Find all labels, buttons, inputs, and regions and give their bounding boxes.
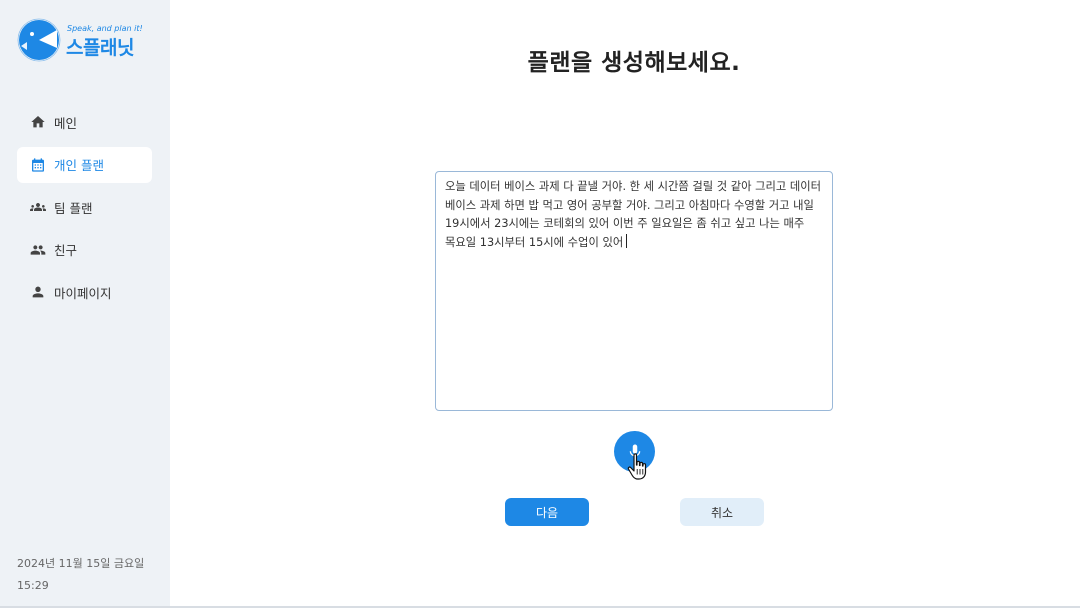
next-button[interactable]: 다음 — [505, 498, 589, 526]
sidebar: Speak, and plan it! 스플래닛 메인 개인 플랜 팀 플랜 친… — [0, 0, 170, 606]
sidebar-item-friends[interactable]: 친구 — [17, 232, 152, 268]
sidebar-nav: 메인 개인 플랜 팀 플랜 친구 마이페이지 — [17, 104, 152, 317]
text-caret — [626, 233, 628, 248]
logo-icon — [17, 18, 61, 62]
home-icon — [30, 114, 46, 130]
sidebar-item-mypage[interactable]: 마이페이지 — [17, 274, 152, 310]
hand-cursor-icon — [627, 453, 647, 480]
sidebar-item-team-plan[interactable]: 팀 플랜 — [17, 189, 152, 225]
sidebar-item-label: 팀 플랜 — [54, 200, 93, 216]
cancel-button[interactable]: 취소 — [680, 498, 764, 526]
logo-tagline: Speak, and plan it! — [67, 24, 143, 33]
calendar-icon — [30, 157, 46, 173]
plan-input[interactable]: 오늘 데이터 베이스 과제 다 끝낼 거야. 한 세 시간쯤 걸릴 것 같아 그… — [435, 171, 833, 411]
sidebar-item-personal-plan[interactable]: 개인 플랜 — [17, 146, 152, 183]
plan-input-text: 오늘 데이터 베이스 과제 다 끝낼 거야. 한 세 시간쯤 걸릴 것 같아 그… — [445, 180, 822, 249]
datetime: 2024년 11월 15일 금요일 15:29 — [17, 553, 144, 597]
sidebar-item-label: 마이페이지 — [54, 285, 112, 301]
group-icon — [30, 199, 46, 215]
logo[interactable]: Speak, and plan it! 스플래닛 — [17, 18, 167, 62]
sidebar-item-label: 개인 플랜 — [54, 158, 104, 173]
sidebar-item-label: 친구 — [54, 243, 78, 258]
sidebar-item-main[interactable]: 메인 — [17, 104, 152, 140]
logo-name: 스플래닛 — [66, 37, 134, 59]
people-icon — [30, 242, 46, 258]
current-date: 2024년 11월 15일 금요일 — [17, 557, 145, 570]
page-title: 플랜을 생성해보세요. — [527, 50, 741, 76]
person-icon — [30, 284, 46, 300]
sidebar-item-label: 메인 — [54, 115, 78, 131]
current-time: 15:29 — [17, 579, 49, 592]
